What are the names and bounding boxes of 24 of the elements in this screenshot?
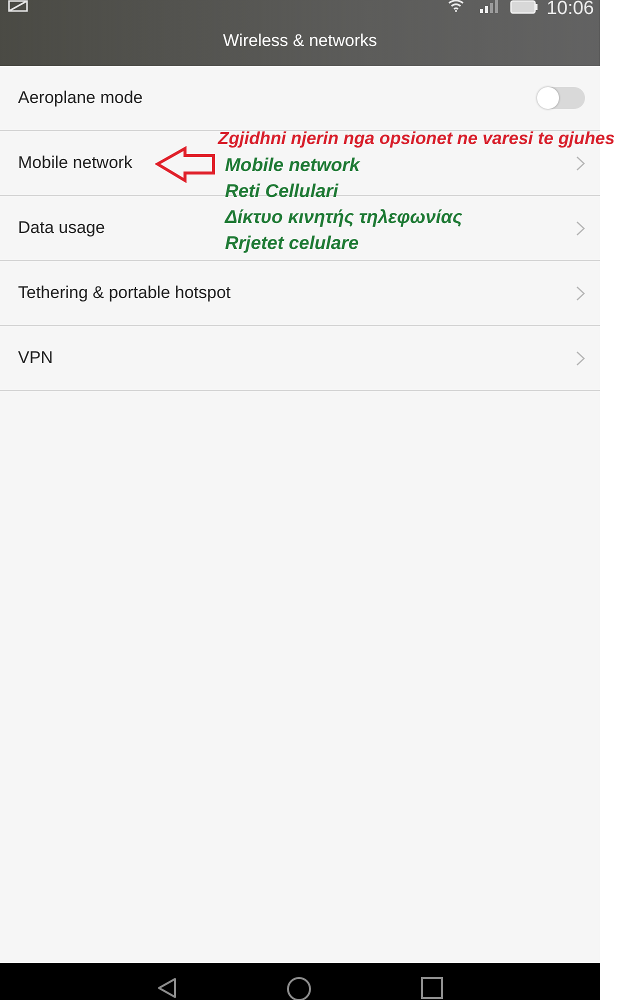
setting-link[interactable]: Tethering & portable hotspot	[18, 280, 231, 306]
back-icon[interactable]	[157, 977, 177, 999]
setting-link[interactable]: Data usage	[18, 215, 105, 241]
chevron-icon[interactable]	[576, 350, 585, 366]
image-icon	[8, 0, 28, 12]
status-time: 10:06	[546, 0, 594, 18]
recent-apps-icon[interactable]	[421, 977, 443, 999]
setting-label: Aeroplane mode	[18, 87, 143, 110]
battery-icon	[510, 0, 538, 14]
annotation-note: Zgjidhni njerin nga opsionet ne varesi te gjuhes	[218, 128, 615, 148]
wifi-icon	[448, 0, 464, 12]
chevron-icon[interactable]	[576, 220, 585, 236]
chevron-icon[interactable]	[576, 286, 585, 300]
toggle-switch[interactable]	[537, 87, 585, 109]
translation-text: Rrjetet celulare	[225, 231, 360, 255]
screen-title: Wireless & networks	[222, 30, 378, 52]
setting-link[interactable]: VPN	[18, 345, 53, 371]
translation-text: Reti Cellulari	[225, 179, 340, 203]
translation-text: Δίκτυο κινητής τηλεφωνίας	[225, 205, 462, 229]
translation-text: Mobile network	[225, 153, 362, 177]
setting-link[interactable]: Mobile network	[18, 150, 132, 176]
chevron-icon[interactable]	[576, 156, 585, 170]
home-icon[interactable]	[287, 977, 311, 1000]
left-arrow-icon	[155, 146, 216, 183]
